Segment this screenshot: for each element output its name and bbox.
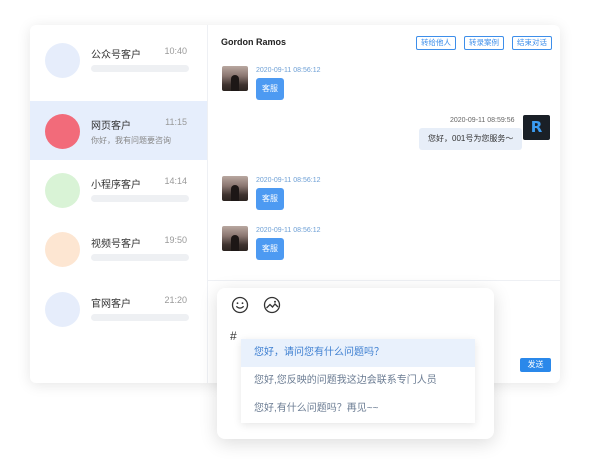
- message-time: 2020-09-11 08:59:56: [450, 117, 515, 124]
- conversation-time: 19:50: [164, 235, 187, 245]
- conversation-item-official-account[interactable]: 公众号客户 10:40: [30, 30, 207, 89]
- conversation-time: 11:15: [165, 117, 187, 127]
- conversation-time: 21:20: [164, 295, 187, 305]
- message-bubble: 客服: [256, 188, 284, 210]
- avatar: [45, 114, 80, 149]
- conversation-item-web[interactable]: 网页客户 11:15 你好，我有问题要咨询: [30, 101, 207, 160]
- customer-avatar: [222, 66, 248, 91]
- agent-logo: R: [523, 115, 550, 140]
- record-case-button[interactable]: 转录案例: [464, 36, 504, 50]
- emoji-icon[interactable]: [231, 296, 249, 314]
- customer-avatar: [222, 226, 248, 251]
- message-time: 2020-09-11 08:56:12: [256, 177, 321, 184]
- avatar: [45, 43, 80, 78]
- end-conversation-button[interactable]: 结束对话: [512, 36, 552, 50]
- message-time: 2020-09-11 08:56:12: [256, 67, 321, 74]
- conversation-name: 小程序客户: [91, 180, 141, 191]
- preview-placeholder: [91, 195, 189, 202]
- customer-avatar: [222, 176, 248, 201]
- conversation-list: 公众号客户 10:40 网页客户 11:15 你好，我有问题要咨询 小程序客户 …: [30, 25, 208, 383]
- conversation-item-official-site[interactable]: 官网客户 21:20: [30, 279, 207, 338]
- preview-placeholder: [91, 65, 189, 72]
- avatar: [45, 232, 80, 267]
- avatar: [45, 292, 80, 327]
- preview-placeholder: [91, 314, 189, 321]
- quick-reply-item[interactable]: 您好,有什么问题吗？再见~~: [241, 395, 475, 423]
- message-bubble: 您好，001号为您服务～: [419, 128, 523, 150]
- send-button[interactable]: 发送: [520, 358, 551, 372]
- conversation-item-miniprogram[interactable]: 小程序客户 14:14: [30, 160, 207, 219]
- typed-text[interactable]: #: [230, 329, 237, 343]
- image-icon[interactable]: [263, 296, 281, 314]
- conversation-time: 14:14: [164, 176, 187, 186]
- conversation-name: 视频号客户: [91, 239, 141, 250]
- conversation-time: 10:40: [164, 46, 187, 56]
- conversation-item-video-account[interactable]: 视频号客户 19:50: [30, 219, 207, 278]
- quick-reply-item[interactable]: 您好，请问您有什么问题吗？: [241, 339, 475, 367]
- conversation-name: 官网客户: [91, 299, 131, 310]
- message-input-card: # 您好，请问您有什么问题吗？ 您好,您反映的问题我这边会联系专门人员 您好,有…: [217, 288, 494, 439]
- contact-name: Gordon Ramos: [221, 37, 287, 47]
- message-time: 2020-09-11 08:56:12: [256, 227, 321, 234]
- divider: [208, 280, 560, 281]
- transfer-button[interactable]: 转给他人: [416, 36, 456, 50]
- conversation-name: 网页客户: [91, 121, 131, 132]
- avatar: [45, 173, 80, 208]
- preview-placeholder: [91, 254, 189, 261]
- conversation-preview: 你好，我有问题要咨询: [91, 136, 171, 145]
- quick-reply-dropdown: 您好，请问您有什么问题吗？ 您好,您反映的问题我这边会联系专门人员 您好,有什么…: [241, 339, 475, 423]
- conversation-name: 公众号客户: [91, 50, 141, 61]
- message-bubble: 客服: [256, 78, 284, 100]
- message-bubble: 客服: [256, 238, 284, 260]
- quick-reply-item[interactable]: 您好,您反映的问题我这边会联系专门人员: [241, 367, 475, 395]
